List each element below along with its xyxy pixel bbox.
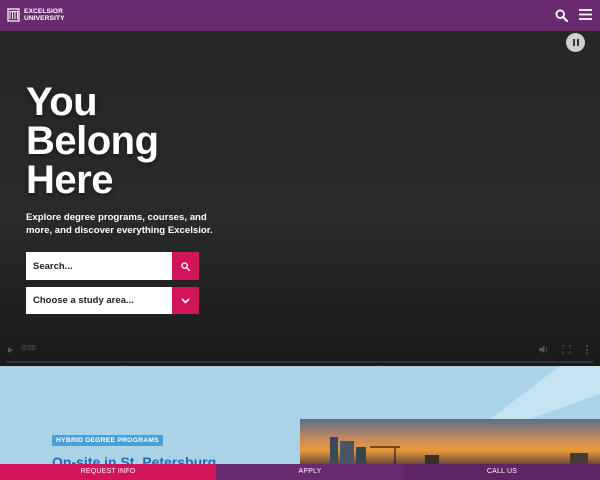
hero-description: Explore degree programs, courses, and mo… <box>26 212 213 236</box>
hamburger-menu-icon[interactable] <box>579 8 592 21</box>
apply-button[interactable]: APPLY <box>216 464 404 480</box>
pause-icon <box>572 39 575 46</box>
skyline-image <box>330 437 588 464</box>
call-us-button[interactable]: CALL US <box>404 464 600 480</box>
video-controls: 0:00 <box>0 336 600 366</box>
video-progress-bar[interactable] <box>6 361 594 363</box>
university-logo[interactable]: EXCELSIOR UNIVERSITY <box>7 8 65 22</box>
logo-line-2: UNIVERSITY <box>24 15 65 22</box>
search-submit-button[interactable] <box>172 252 199 280</box>
study-area-select-label: Choose a study area... <box>33 295 134 306</box>
pause-icon-bar <box>576 39 579 46</box>
more-options-icon[interactable] <box>585 345 589 355</box>
study-area-dropdown-button[interactable] <box>172 287 199 314</box>
play-icon[interactable] <box>8 347 13 353</box>
promo-section: HYBRID DEGREE PROGRAMS On-site in St. Pe… <box>0 366 600 464</box>
hero-title: You Belong Here <box>26 80 326 202</box>
hybrid-programs-badge[interactable]: HYBRID DEGREE PROGRAMS <box>52 435 163 446</box>
fullscreen-icon[interactable] <box>562 345 571 354</box>
bottom-action-bar: REQUEST INFO APPLY CALL US <box>0 464 600 480</box>
logo-mark-icon <box>7 8 20 22</box>
hero-title-line-2: Belong <box>26 119 159 163</box>
hero-video: You Belong Here Explore degree programs,… <box>0 31 600 366</box>
hero-title-line-1: You <box>26 80 98 124</box>
volume-icon[interactable] <box>539 345 549 354</box>
video-time: 0:00 <box>22 345 36 352</box>
site-header: EXCELSIOR UNIVERSITY <box>0 0 600 31</box>
search-input[interactable] <box>26 252 172 280</box>
search-icon[interactable] <box>555 9 568 22</box>
city-skyline-photo <box>300 419 600 464</box>
search-form <box>26 252 199 280</box>
chevron-down-icon <box>181 297 190 304</box>
logo-line-1: EXCELSIOR <box>24 8 64 15</box>
promo-heading[interactable]: On-site in St. Petersburg <box>52 454 216 464</box>
logo-text: EXCELSIOR UNIVERSITY <box>24 8 65 22</box>
request-info-button[interactable]: REQUEST INFO <box>0 464 216 480</box>
study-area-select[interactable]: Choose a study area... <box>26 287 199 314</box>
search-icon <box>181 261 190 271</box>
hero-title-line-3: Here <box>26 158 113 202</box>
pause-button[interactable] <box>566 33 585 52</box>
